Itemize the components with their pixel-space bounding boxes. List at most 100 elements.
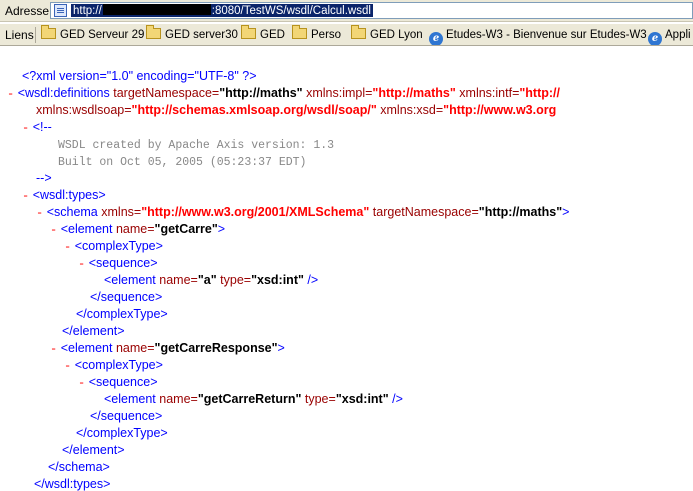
link-label: Etudes-W3 - Bienvenue sur Etudes-W3 (446, 29, 647, 41)
tag-name: </element> (62, 443, 125, 457)
attr-name: targetNamespace= (113, 86, 220, 100)
link-ged[interactable]: GED (241, 25, 285, 43)
attr-value: "getCarre" (154, 222, 218, 236)
tag-name: <schema (46, 205, 98, 219)
comment-line: Built on Oct 05, 2005 (05:23:37 EDT) (58, 153, 306, 170)
xml-declaration: <?xml version="1.0" encoding="UTF-8" ?> (22, 68, 257, 85)
definitions-attrs-line: xmlns:wsdlsoap="http://schemas.xmlsoap.o… (36, 102, 556, 119)
collapse-toggle[interactable]: - (22, 121, 29, 135)
attr-value: "http://maths" (478, 205, 563, 219)
tag-name: </sequence> (90, 290, 163, 304)
folder-icon (292, 25, 307, 39)
tag-name: <wsdl:types> (32, 188, 106, 202)
schema-close-line: </schema> (48, 459, 110, 476)
attr-value: "xsd:int" (335, 392, 389, 406)
tag-name: </complexType> (76, 426, 168, 440)
address-label: Adresse (5, 4, 50, 18)
tag-end: /> (307, 273, 319, 287)
element-child-line: <element name="a" type="xsd:int" /> (104, 272, 318, 289)
tag-name: </complexType> (76, 307, 168, 321)
attr-name: type= (304, 392, 336, 406)
tag-name: </sequence> (90, 409, 163, 423)
folder-icon (146, 25, 161, 39)
element-open-line: - <element name="getCarreResponse"> (50, 340, 285, 357)
tag-name: <complexType> (74, 358, 163, 372)
collapse-toggle[interactable]: - (64, 240, 71, 254)
tag-name: <sequence> (88, 256, 158, 270)
element-close-line: </element> (62, 442, 125, 459)
links-bar: Liens GED Serveur 29 GED server30 GED Pe… (0, 24, 693, 46)
element-close-line: </element> (62, 323, 125, 340)
sequence-close-line: </sequence> (90, 289, 162, 306)
tag-end: > (562, 205, 570, 219)
attr-name: xmlns:xsd= (380, 103, 444, 117)
attr-name: name= (115, 341, 155, 355)
types-close-line: </wsdl:types> (34, 476, 110, 491)
attr-value: "getCarreResponse" (154, 341, 278, 355)
definitions-open-line: - <wsdl:definitions targetNamespace="htt… (7, 85, 560, 102)
page-icon (54, 4, 67, 17)
ie-page-icon: e (429, 32, 443, 45)
collapse-toggle[interactable]: - (78, 257, 85, 271)
url-suffix: :8080/TestWS/wsdl/Calcul.wsdl (211, 5, 371, 17)
folder-icon (41, 25, 56, 39)
link-label: GED Serveur 29 (60, 29, 145, 41)
collapse-toggle[interactable]: - (64, 359, 71, 373)
folder-icon (241, 25, 256, 39)
tag-name: <element (104, 392, 156, 406)
folder-icon (351, 25, 366, 39)
complextype-close-line: </complexType> (76, 425, 168, 442)
comment-open-line: - <!-- (22, 119, 52, 136)
tag-name: </element> (62, 324, 125, 338)
link-ged-lyon[interactable]: GED Lyon (351, 25, 423, 43)
link-ged-server30[interactable]: GED server30 (146, 25, 238, 43)
tag-name: <sequence> (88, 375, 158, 389)
attr-name: targetNamespace= (372, 205, 479, 219)
link-label: Appli (665, 29, 691, 41)
tag-end: > (217, 222, 226, 236)
attr-name: name= (159, 392, 198, 406)
attr-value: "http:// (519, 86, 561, 100)
collapse-toggle[interactable]: - (36, 206, 43, 220)
sequence-open-line: - <sequence> (78, 374, 158, 391)
url-text[interactable]: http://:8080/TestWS/wsdl/Calcul.wsdl (71, 4, 373, 17)
attr-name: xmlns:intf= (459, 86, 520, 100)
comment-close-line: --> (36, 170, 52, 187)
links-separator (35, 27, 36, 43)
collapse-toggle[interactable]: - (78, 376, 85, 390)
collapse-toggle[interactable]: - (22, 189, 29, 203)
collapse-toggle[interactable]: - (50, 342, 57, 356)
attr-name: name= (115, 222, 155, 236)
types-open-line: - <wsdl:types> (22, 187, 106, 204)
tag-name: <element (60, 222, 113, 236)
attr-name: xmlns= (101, 205, 142, 219)
link-label: GED server30 (165, 29, 238, 41)
sequence-open-line: - <sequence> (78, 255, 158, 272)
comment-close: --> (36, 171, 52, 185)
tag-name: <complexType> (74, 239, 163, 253)
comment-line: WSDL created by Apache Axis version: 1.3 (58, 136, 334, 153)
tag-name: <element (104, 273, 156, 287)
sequence-close-line: </sequence> (90, 408, 162, 425)
tag-name: <wsdl:definitions (17, 86, 110, 100)
address-bar: Adresse http://:8080/TestWS/wsdl/Calcul.… (0, 0, 693, 22)
link-perso[interactable]: Perso (292, 25, 341, 43)
link-ged-serveur-29[interactable]: GED Serveur 29 (41, 25, 145, 43)
complextype-open-line: - <complexType> (64, 357, 163, 374)
comment-text: WSDL created by Apache Axis version: 1.3 (58, 139, 335, 152)
collapse-toggle[interactable]: - (7, 87, 14, 101)
link-etudes-w3[interactable]: e Etudes-W3 - Bienvenue sur Etudes-W3 (429, 27, 647, 45)
complextype-open-line: - <complexType> (64, 238, 163, 255)
address-input[interactable]: http://:8080/TestWS/wsdl/Calcul.wsdl (50, 2, 693, 19)
redacted-host (102, 4, 211, 15)
attr-value: "http://maths" (372, 86, 456, 100)
attr-value: "xsd:int" (251, 273, 304, 287)
attr-value: "http://maths" (219, 86, 303, 100)
ie-page-icon: e (648, 32, 662, 45)
attr-value: "http://www.w3.org (443, 103, 557, 117)
collapse-toggle[interactable]: - (50, 223, 57, 237)
link-appli[interactable]: e Appli (648, 27, 691, 45)
attr-name: type= (220, 273, 252, 287)
link-label: GED (260, 29, 285, 41)
comment-text: Built on Oct 05, 2005 (05:23:37 EDT) (58, 156, 307, 169)
